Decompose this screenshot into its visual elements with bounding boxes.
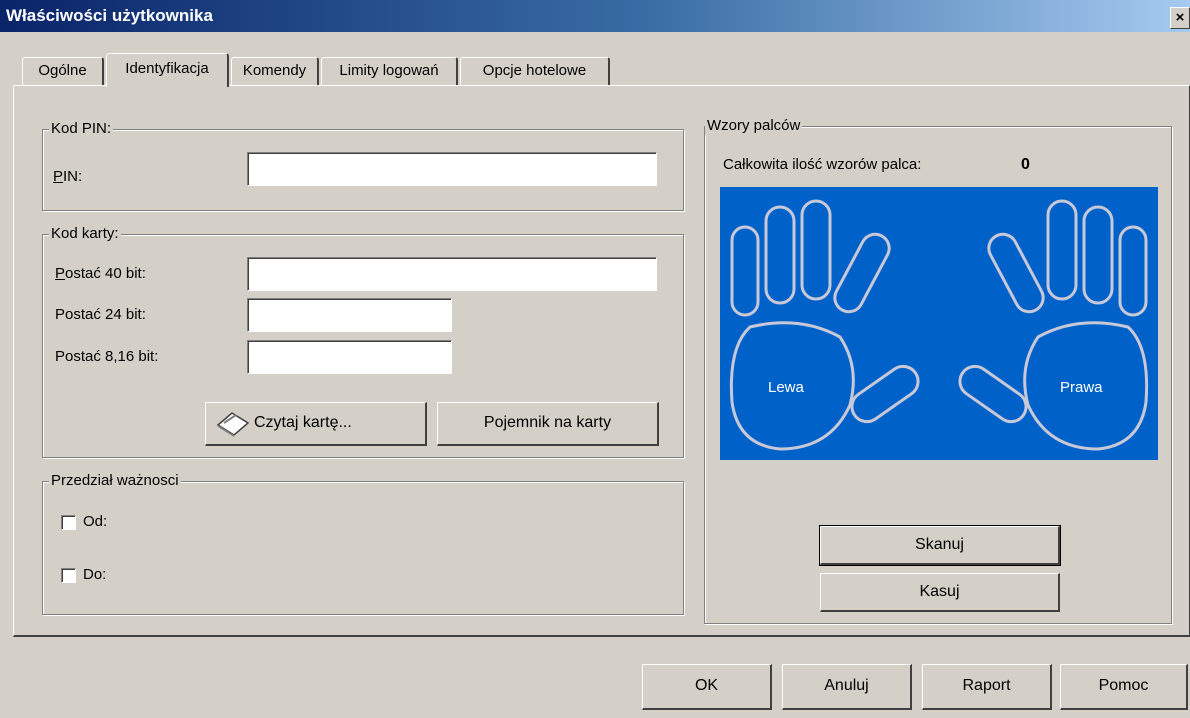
format-24-label: Postać 24 bit: <box>55 306 146 323</box>
right-thumb-icon <box>958 364 1028 424</box>
window-title: Właściwości użytkownika <box>6 6 213 25</box>
validity-group: Przedział ważnosci Od: Do: <box>42 472 684 615</box>
hands-icon <box>729 199 1149 451</box>
right-pinky-icon <box>1118 225 1148 317</box>
card-group-legend: Kod karty: <box>49 225 121 243</box>
card-reader-icon <box>216 412 250 437</box>
left-hand-label: Lewa <box>768 379 804 396</box>
right-hand-label: Prawa <box>1060 379 1103 396</box>
cancel-button[interactable]: Anuluj <box>782 664 912 710</box>
pin-group: Kod PIN: PIN: <box>42 120 684 211</box>
from-checkbox[interactable] <box>61 515 76 530</box>
right-index-icon <box>987 232 1045 314</box>
read-card-button[interactable]: Czytaj kartę... <box>205 402 427 446</box>
card-container-button[interactable]: Pojemnik na karty <box>437 402 659 446</box>
format-40-input[interactable] <box>247 257 657 291</box>
left-index-icon <box>833 232 891 314</box>
pin-label: PIN: <box>53 168 83 185</box>
card-group: Kod karty: Postać 40 bit: Postać 24 bit:… <box>42 225 684 458</box>
tab-limity-logowan[interactable]: Limity logowań <box>321 57 458 85</box>
format-8-16-input[interactable] <box>247 340 452 374</box>
hands-diagram[interactable]: Lewa Prawa <box>720 187 1158 460</box>
tab-komendy[interactable]: Komendy <box>231 57 319 85</box>
total-patterns-count: 0 <box>1021 156 1030 173</box>
help-button[interactable]: Pomoc <box>1060 664 1188 710</box>
left-thumb-icon <box>850 364 920 424</box>
total-patterns-label: Całkowita ilość wzorów palca: <box>723 156 922 173</box>
tab-identyfikacja[interactable]: Identyfikacja <box>106 53 229 87</box>
ok-button[interactable]: OK <box>642 664 772 710</box>
right-middle-icon <box>1046 199 1078 301</box>
tab-ogolne[interactable]: Ogólne <box>22 57 104 85</box>
read-card-label: Czytaj kartę... <box>254 414 352 431</box>
finger-patterns-legend: Wzory palców <box>705 117 803 135</box>
left-middle-icon <box>800 199 832 301</box>
finger-patterns-group: Wzory palców Całkowita ilość wzorów palc… <box>704 117 1172 624</box>
left-ring-icon <box>764 205 796 305</box>
format-40-label: Postać 40 bit: <box>55 265 146 282</box>
delete-patterns-button[interactable]: Kasuj <box>820 573 1060 612</box>
validity-group-legend: Przedział ważnosci <box>49 472 181 490</box>
format-24-input[interactable] <box>247 298 452 332</box>
left-pinky-icon <box>730 225 760 317</box>
report-button[interactable]: Raport <box>922 664 1052 710</box>
to-checkbox[interactable] <box>61 568 76 583</box>
from-label: Od: <box>83 513 108 530</box>
format-8-16-label: Postać 8,16 bit: <box>55 348 159 365</box>
right-ring-icon <box>1082 205 1114 305</box>
window-titlebar[interactable]: Właściwości użytkownika × <box>0 0 1190 32</box>
pin-input[interactable] <box>247 152 657 186</box>
close-button[interactable]: × <box>1170 7 1190 29</box>
pin-group-legend: Kod PIN: <box>49 120 114 138</box>
tab-opcje-hotelowe[interactable]: Opcje hotelowe <box>460 57 610 85</box>
scan-button[interactable]: Skanuj <box>819 525 1061 566</box>
to-label: Do: <box>83 566 107 583</box>
